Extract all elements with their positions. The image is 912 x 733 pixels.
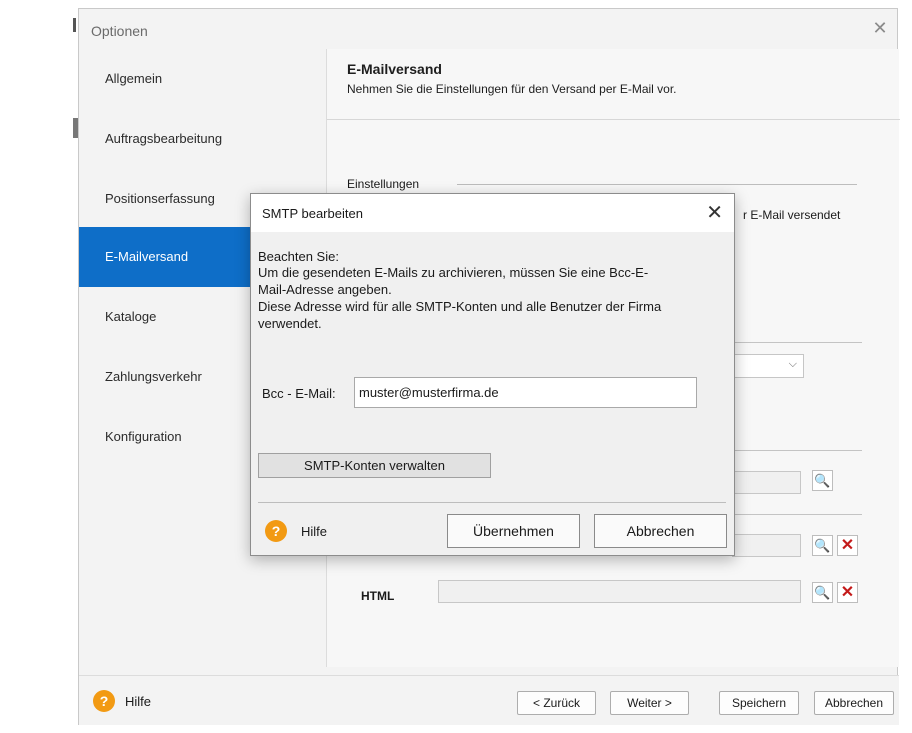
smtp-dialog: SMTP bearbeiten ✕ Beachten Sie: Um die g… xyxy=(250,193,735,556)
delete-icon[interactable]: ✕ xyxy=(837,582,858,603)
section-label-einstellungen: Einstellungen xyxy=(347,177,420,191)
page-title: E-Mailversand xyxy=(347,61,442,77)
dialog-note-line: verwendet. xyxy=(258,316,322,331)
next-button[interactable]: Weiter > xyxy=(610,691,689,715)
apply-button[interactable]: Übernehmen xyxy=(447,514,580,548)
search-icon[interactable]: 🔍 xyxy=(812,582,833,603)
divider xyxy=(732,342,862,343)
help-icon[interactable]: ? xyxy=(265,520,287,542)
cancel-button[interactable]: Abbrechen xyxy=(594,514,727,548)
help-label[interactable]: Hilfe xyxy=(301,524,327,539)
dialog-note-line: Mail-Adresse angeben. xyxy=(258,282,392,297)
html-label: HTML xyxy=(361,589,395,603)
divider xyxy=(258,502,726,503)
help-icon[interactable]: ? xyxy=(93,690,115,712)
dialog-titlebar: SMTP bearbeiten ✕ xyxy=(251,194,734,232)
divider xyxy=(732,450,862,451)
divider xyxy=(327,119,900,120)
close-icon[interactable]: ✕ xyxy=(706,200,723,225)
text-template-field[interactable] xyxy=(732,534,801,557)
divider xyxy=(457,184,857,185)
search-icon[interactable]: 🔍 xyxy=(812,470,833,491)
dialog-note-line: Diese Adresse wird für alle SMTP-Konten … xyxy=(258,299,662,314)
bcc-email-field[interactable] xyxy=(354,377,697,408)
options-footer: ? Hilfe < Zurück Weiter > Speichern Abbr… xyxy=(79,675,899,725)
help-label[interactable]: Hilfe xyxy=(125,694,151,709)
page-subtitle: Nehmen Sie die Einstellungen für den Ver… xyxy=(347,82,677,96)
dialog-note-line: Beachten Sie: xyxy=(258,249,339,264)
delete-icon[interactable]: ✕ xyxy=(837,535,858,556)
dialog-title: SMTP bearbeiten xyxy=(262,206,363,221)
sidebar-item-auftragsbearbeitung[interactable]: Auftragsbearbeitung xyxy=(79,109,326,169)
chevron-down-icon: ⌵ xyxy=(788,358,797,370)
template-field[interactable] xyxy=(732,471,801,494)
bcc-email-label: Bcc - E-Mail: xyxy=(262,386,336,401)
html-template-field[interactable] xyxy=(438,580,801,603)
close-icon[interactable]: ✕ xyxy=(869,17,891,39)
setting-option-label: r E-Mail versendet xyxy=(743,208,841,222)
setting-dropdown[interactable]: ⌵ xyxy=(732,354,804,378)
divider xyxy=(732,514,862,515)
search-icon[interactable]: 🔍 xyxy=(812,535,833,556)
background-fragment xyxy=(73,18,76,32)
dialog-note-line: Um die gesendeten E-Mails zu archivieren… xyxy=(258,265,649,280)
window-title: Optionen xyxy=(91,23,148,39)
save-button[interactable]: Speichern xyxy=(719,691,799,715)
cancel-button[interactable]: Abbrechen xyxy=(814,691,894,715)
manage-smtp-accounts-button[interactable]: SMTP-Konten verwalten xyxy=(258,453,491,478)
back-button[interactable]: < Zurück xyxy=(517,691,596,715)
window-titlebar: Optionen ✕ xyxy=(79,9,897,49)
sidebar-item-allgemein[interactable]: Allgemein xyxy=(79,49,326,109)
desktop-background xyxy=(0,0,78,733)
